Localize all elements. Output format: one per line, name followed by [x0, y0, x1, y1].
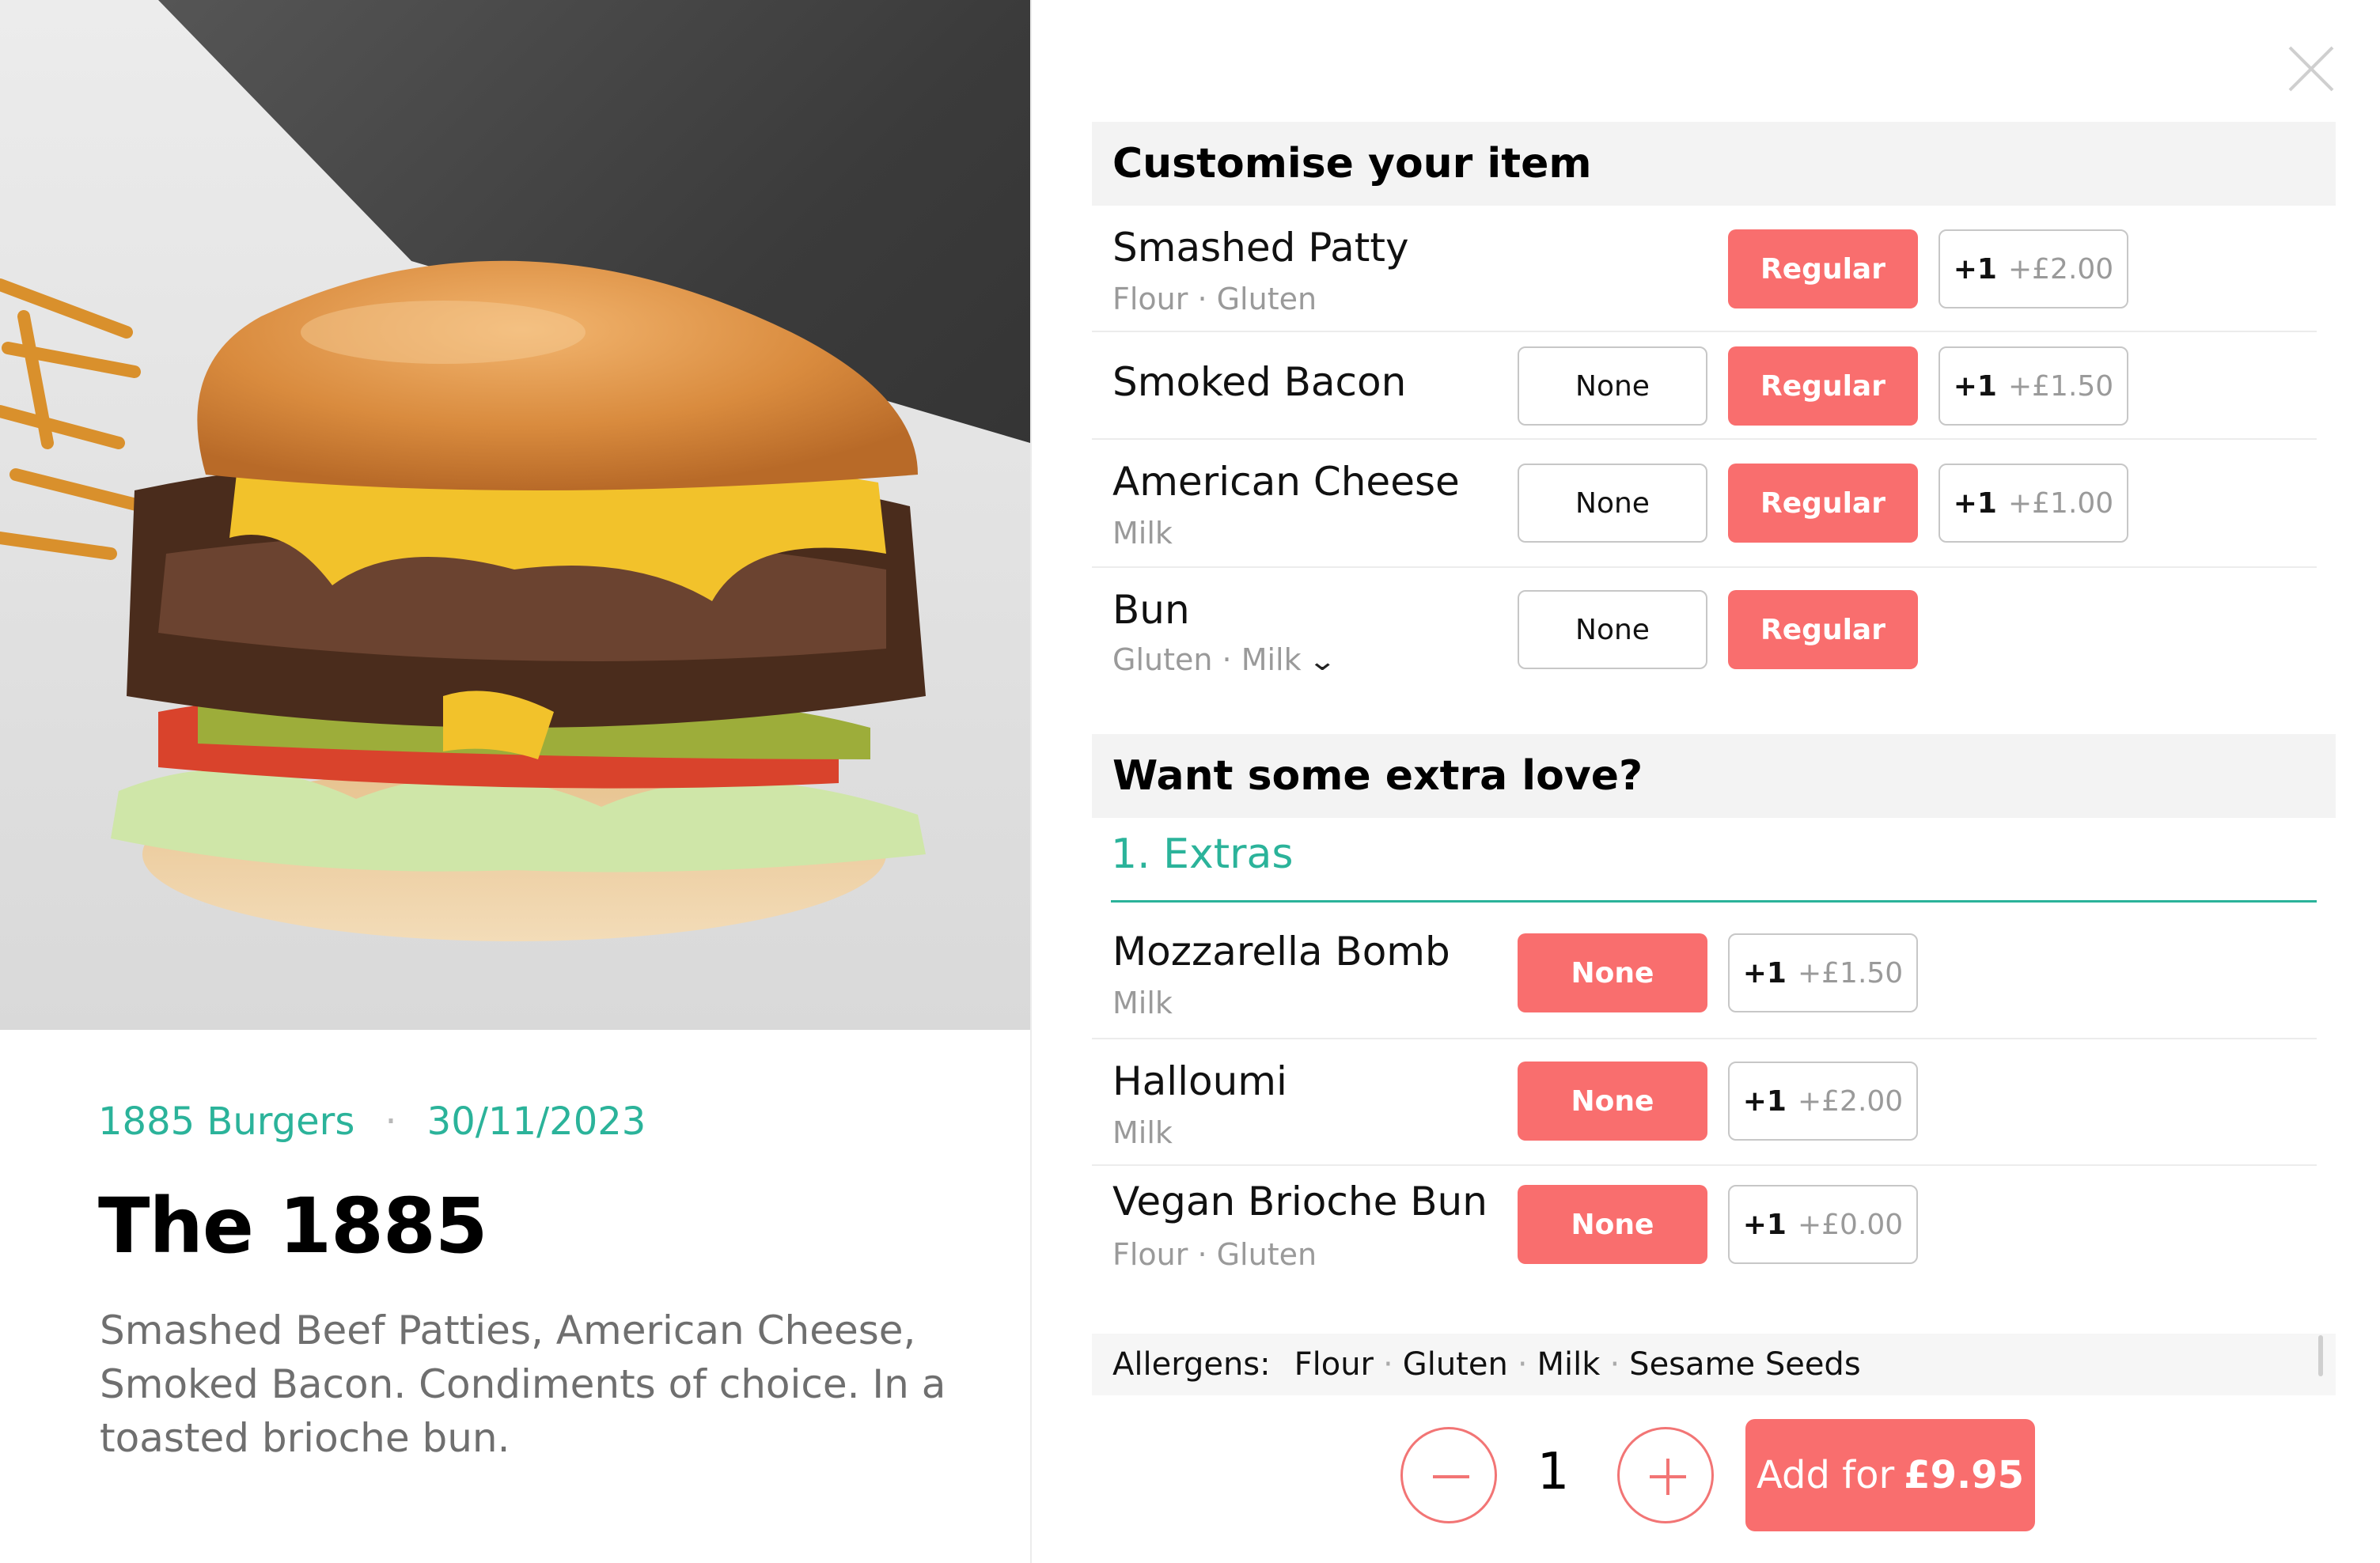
- chevron-down-icon[interactable]: ⌄: [1307, 645, 1336, 677]
- price-label: +£1.50: [2007, 369, 2114, 403]
- none-button[interactable]: None: [1518, 464, 1707, 543]
- allergen-item: Sesame Seeds: [1629, 1346, 1861, 1383]
- extras-divider: [1111, 900, 2317, 903]
- regular-button[interactable]: Regular: [1728, 229, 1918, 308]
- quantity-value: 1: [1537, 1443, 1570, 1501]
- option-allergens: Milk: [1112, 986, 1173, 1020]
- option-name: Vegan Brioche Bun: [1112, 1179, 1488, 1224]
- option-allergens: Flour · Gluten: [1112, 1237, 1317, 1272]
- restaurant-name[interactable]: 1885 Burgers: [98, 1099, 354, 1144]
- extras-header: Want some extra love?: [1092, 734, 2336, 818]
- plus-one-label: +1: [1953, 369, 1997, 403]
- extra-row-vegan-brioche-bun: Vegan Brioche Bun Flour · Gluten None +1…: [1092, 1164, 2317, 1291]
- price-label: +£2.00: [1797, 1084, 1904, 1118]
- option-name: American Cheese: [1112, 459, 1460, 505]
- customise-header: Customise your item: [1092, 122, 2336, 206]
- add-one-button[interactable]: +1 +£1.50: [1728, 933, 1918, 1012]
- allergen-separator: ·: [1517, 1346, 1528, 1383]
- option-name: Mozzarella Bomb: [1112, 929, 1450, 975]
- option-name: Halloumi: [1112, 1058, 1287, 1104]
- option-name: Smashed Patty: [1112, 225, 1409, 271]
- item-details-panel: 1885 Burgers · 30/11/2023 The 1885 Smashed…: [0, 0, 1030, 1563]
- price-label: +£0.00: [1797, 1208, 1904, 1241]
- option-allergens: Flour · Gluten: [1112, 282, 1317, 316]
- regular-button[interactable]: Regular: [1728, 464, 1918, 543]
- item-title: The 1885: [98, 1182, 488, 1270]
- scrollbar[interactable]: [2318, 1335, 2323, 1376]
- item-meta: 1885 Burgers · 30/11/2023: [98, 1099, 646, 1144]
- none-button[interactable]: None: [1518, 346, 1707, 426]
- plus-one-label: +1: [1742, 1084, 1787, 1118]
- regular-button[interactable]: Regular: [1728, 346, 1918, 426]
- minus-icon: [1433, 1475, 1469, 1478]
- plus-one-label: +1: [1742, 956, 1787, 990]
- increment-button[interactable]: [1617, 1427, 1714, 1523]
- plus-one-label: +1: [1953, 486, 1997, 520]
- allergen-item: Flour: [1294, 1346, 1374, 1383]
- regular-button[interactable]: Regular: [1728, 590, 1918, 669]
- option-row-smoked-bacon: Smoked Bacon None Regular +1 +£1.50: [1092, 331, 2317, 440]
- option-row-american-cheese: American Cheese Milk None Regular +1 +£1.…: [1092, 438, 2317, 568]
- add-one-button[interactable]: +1 +£2.00: [1728, 1062, 1918, 1141]
- allergen-item: Gluten: [1402, 1346, 1508, 1383]
- close-icon[interactable]: [2283, 41, 2339, 97]
- option-row-bun: Bun Gluten · Milk ⌄ None Regular: [1092, 566, 2317, 693]
- allergens-summary: Allergens: Flour · Gluten · Milk · Sesame Seeds: [1092, 1334, 2336, 1395]
- option-allergens: Milk: [1112, 516, 1173, 551]
- option-allergens: Gluten · Milk: [1112, 642, 1302, 677]
- decrement-button[interactable]: [1400, 1427, 1497, 1523]
- allergens-label: Allergens:: [1112, 1346, 1271, 1383]
- option-name: Bun: [1112, 587, 1190, 633]
- item-description: Smashed Beef Patties, American Cheese, S…: [100, 1308, 946, 1461]
- add-one-button[interactable]: +1 +£2.00: [1938, 229, 2128, 308]
- price-label: +£1.00: [2007, 486, 2114, 520]
- extra-row-halloumi: Halloumi Milk None +1 +£2.00: [1092, 1038, 2317, 1166]
- none-button[interactable]: None: [1518, 590, 1707, 669]
- none-button[interactable]: None: [1518, 933, 1707, 1012]
- allergen-separator: ·: [1609, 1346, 1620, 1383]
- price-label: +£2.00: [2007, 252, 2114, 286]
- add-label: Add for: [1756, 1453, 1895, 1497]
- extras-group-title: 1. Extras: [1111, 831, 1294, 878]
- add-price: £9.95: [1904, 1453, 2024, 1497]
- add-to-order-button[interactable]: Add for £9.95: [1745, 1419, 2035, 1531]
- burger-photo: [0, 0, 1030, 1030]
- add-one-button[interactable]: +1 +£1.00: [1938, 464, 2128, 543]
- extra-row-mozzarella-bomb: Mozzarella Bomb Milk None +1 +£1.50: [1092, 910, 2317, 1039]
- option-allergens: Milk: [1112, 1115, 1173, 1150]
- allergen-separator: ·: [1383, 1346, 1393, 1383]
- option-allergens-toggle[interactable]: Gluten · Milk ⌄: [1112, 642, 1336, 677]
- none-button[interactable]: None: [1518, 1185, 1707, 1264]
- allergen-item: Milk: [1537, 1346, 1601, 1383]
- option-name: Smoked Bacon: [1112, 359, 1407, 405]
- none-button[interactable]: None: [1518, 1062, 1707, 1141]
- plus-one-label: +1: [1953, 252, 1997, 286]
- add-one-button[interactable]: +1 +£0.00: [1728, 1185, 1918, 1264]
- plus-one-label: +1: [1742, 1208, 1787, 1241]
- add-one-button[interactable]: +1 +£1.50: [1938, 346, 2128, 426]
- option-row-smashed-patty: Smashed Patty Flour · Gluten Regular +1 +…: [1092, 206, 2317, 332]
- price-label: +£1.50: [1797, 956, 1904, 990]
- panel-divider: [1030, 0, 1032, 1563]
- item-date: 30/11/2023: [426, 1099, 646, 1144]
- meta-separator: ·: [385, 1099, 397, 1144]
